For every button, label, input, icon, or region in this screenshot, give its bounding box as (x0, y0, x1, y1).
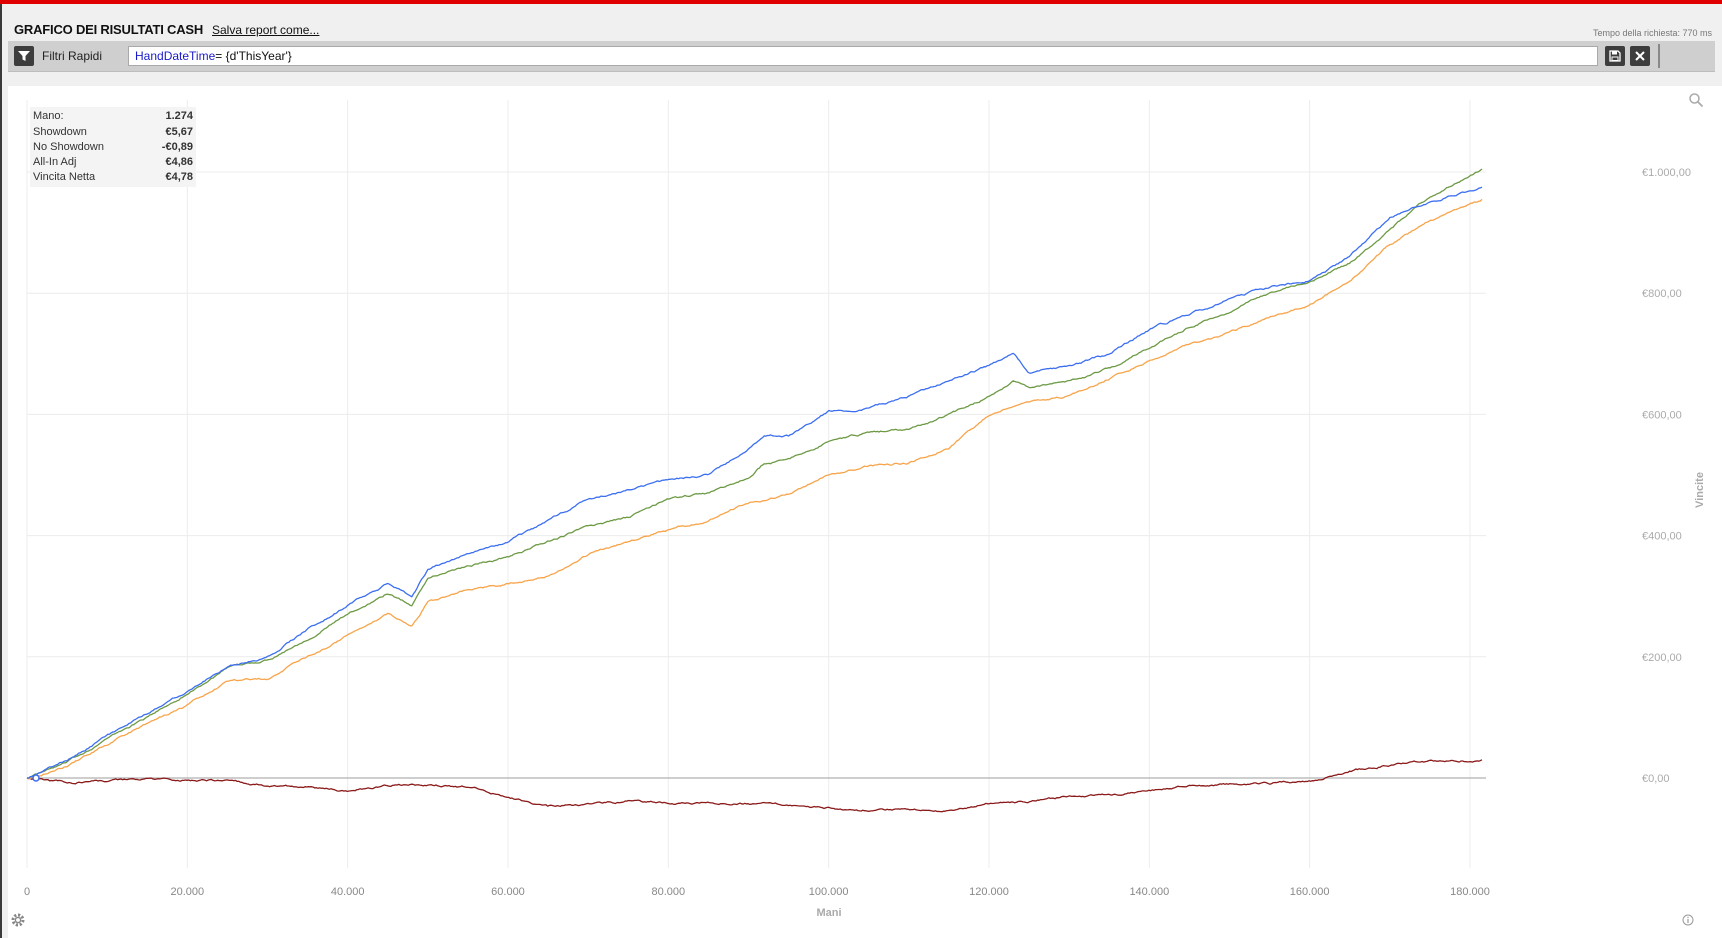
stat-value: €4,86 (165, 156, 193, 168)
stat-row-all-in-adj: All-In Adj €4,86 (33, 156, 193, 171)
y-tick-label: €800,00 (1642, 288, 1682, 300)
x-tick-label: 160.000 (1290, 886, 1330, 898)
stat-value: €4,78 (165, 171, 193, 183)
chart-ticks: 0 20.000 40.000 60.000 80.000 100.000 120.000 1… (24, 167, 1691, 898)
stat-row-showdown: Showdown €5,67 (33, 126, 193, 141)
stat-row-net-won: Vincita Netta €4,78 (33, 171, 193, 186)
y-tick-label: €1.000,00 (1642, 167, 1691, 179)
stat-row-hands: Mano: 1.274 (33, 110, 193, 125)
series-line-all-in-adj (26, 198, 1483, 780)
stat-row-no-showdown: No Showdown -€0,89 (33, 141, 193, 156)
y-axis-title: Vincite (1694, 472, 1706, 508)
chart-series (26, 168, 1483, 813)
x-tick-label: 20.000 (171, 886, 205, 898)
series-line-all-in-adj (26, 186, 1483, 779)
stat-value: €5,67 (165, 126, 193, 138)
start-point-marker (32, 774, 40, 782)
stat-value: 1.274 (165, 110, 193, 122)
stat-name: Showdown (33, 126, 87, 138)
series-line-vincita-netta (26, 168, 1483, 779)
x-tick-label: 80.000 (651, 886, 685, 898)
y-tick-label: €0,00 (1642, 773, 1670, 785)
x-axis-title: Mani (816, 907, 841, 919)
x-tick-label: 120.000 (969, 886, 1009, 898)
y-tick-label: €400,00 (1642, 531, 1682, 543)
stat-name: No Showdown (33, 141, 104, 153)
x-tick-label: 0 (24, 886, 30, 898)
x-tick-label: 60.000 (491, 886, 525, 898)
info-icon[interactable] (1682, 914, 1694, 926)
stat-value: -€0,89 (161, 141, 193, 153)
x-tick-label: 100.000 (809, 886, 849, 898)
y-tick-label: €600,00 (1642, 409, 1682, 421)
results-chart: 0 20.000 40.000 60.000 80.000 100.000 120.000 1… (24, 100, 1706, 919)
stats-summary-box: Mano: 1.274 Showdown €5,67 No Showdown -… (30, 107, 196, 187)
chart-grid (26, 100, 1486, 868)
stat-name: Mano: (33, 110, 64, 122)
stat-name: All-In Adj (33, 156, 77, 168)
zoom-icon[interactable] (1688, 92, 1704, 108)
gear-icon[interactable] (10, 912, 26, 928)
x-tick-label: 180.000 (1450, 886, 1490, 898)
x-tick-label: 40.000 (331, 886, 365, 898)
y-tick-label: €200,00 (1642, 652, 1682, 664)
series-line-no-showdown (26, 759, 1483, 813)
stat-name: Vincita Netta (33, 171, 96, 183)
x-tick-label: 140.000 (1129, 886, 1169, 898)
